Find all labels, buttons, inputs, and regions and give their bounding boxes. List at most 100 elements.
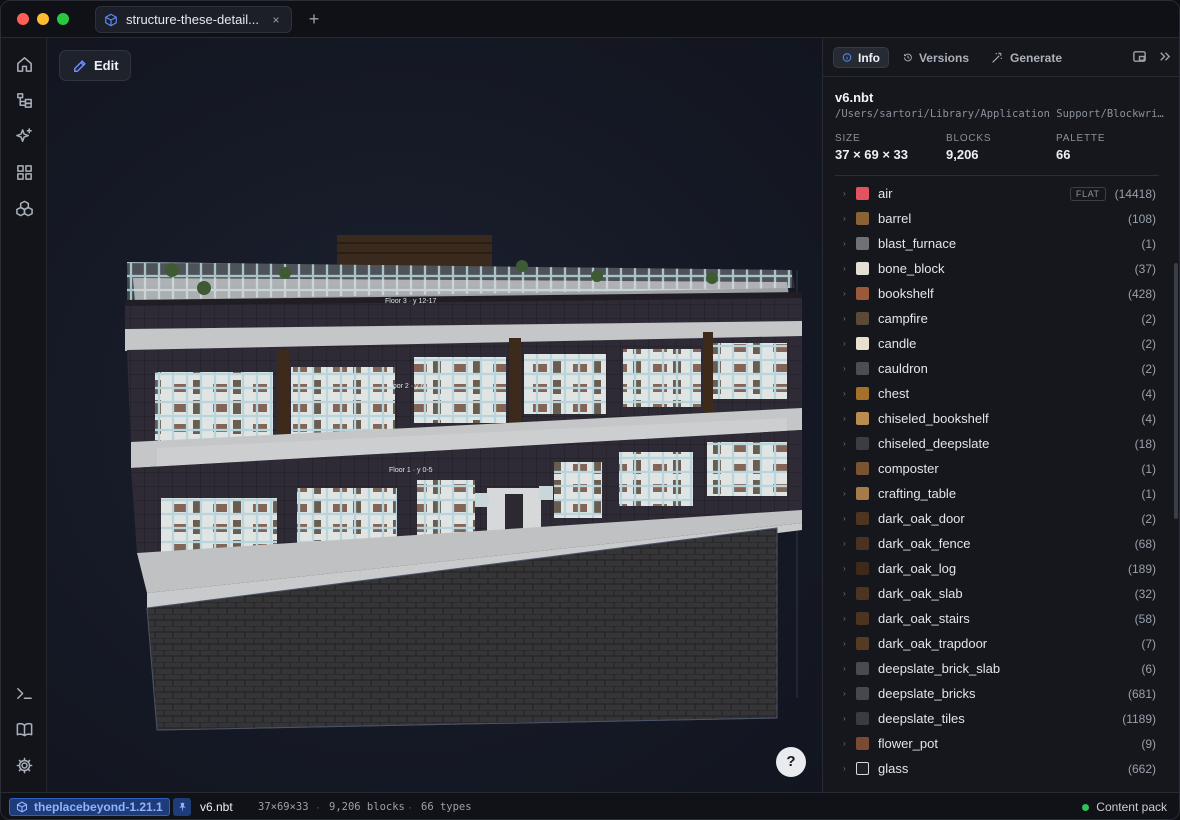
block-name: crafting_table bbox=[878, 486, 957, 501]
grid-icon[interactable] bbox=[12, 160, 36, 184]
block-row[interactable]: › crafting_table (1) bbox=[835, 481, 1161, 506]
edit-button[interactable]: Edit bbox=[59, 50, 131, 81]
block-count: (58) bbox=[1134, 611, 1156, 626]
chevron-right-icon[interactable]: › bbox=[835, 689, 855, 698]
tab-info[interactable]: Info bbox=[833, 47, 889, 68]
gear-icon[interactable] bbox=[12, 753, 36, 777]
pin-icon[interactable] bbox=[173, 798, 191, 816]
terminal-icon[interactable] bbox=[12, 681, 36, 705]
chevron-right-icon[interactable]: › bbox=[835, 589, 855, 598]
chevron-right-icon[interactable]: › bbox=[835, 314, 855, 323]
chevron-right-icon[interactable]: › bbox=[835, 414, 855, 423]
block-swatch-icon bbox=[856, 612, 869, 625]
block-row[interactable]: › dark_oak_door (2) bbox=[835, 506, 1161, 531]
chevron-right-icon[interactable]: › bbox=[835, 339, 855, 348]
tab-structure[interactable]: structure-these-detail... × bbox=[95, 6, 292, 33]
block-count: (428) bbox=[1127, 286, 1156, 301]
chevron-right-icon[interactable]: › bbox=[835, 614, 855, 623]
project-badge[interactable]: theplacebeyond-1.21.1 bbox=[9, 798, 170, 816]
chevron-right-icon[interactable]: › bbox=[835, 214, 855, 223]
block-row[interactable]: › dark_oak_fence (68) bbox=[835, 531, 1161, 556]
block-row[interactable]: › blast_furnace (1) bbox=[835, 231, 1161, 256]
block-row[interactable]: › flower_pot (9) bbox=[835, 731, 1161, 756]
chevron-right-icon[interactable]: › bbox=[835, 389, 855, 398]
scrollbar[interactable] bbox=[1174, 263, 1178, 519]
block-row[interactable]: › dark_oak_stairs (58) bbox=[835, 606, 1161, 631]
block-swatch-icon bbox=[856, 687, 869, 700]
block-swatch-icon bbox=[856, 237, 869, 250]
minimize-window-button[interactable] bbox=[37, 13, 49, 25]
chevron-right-icon[interactable]: › bbox=[835, 664, 855, 673]
block-count: (1) bbox=[1141, 486, 1156, 501]
block-swatch-icon bbox=[856, 412, 869, 425]
tab-info-label: Info bbox=[858, 50, 880, 65]
collapse-panel-icon[interactable] bbox=[1157, 49, 1173, 65]
content-pack-status[interactable]: Content pack bbox=[1082, 800, 1167, 814]
tab-title: structure-these-detail... bbox=[126, 12, 259, 27]
block-count: (14418) bbox=[1114, 186, 1156, 201]
block-row[interactable]: › deepslate_brick_slab (6) bbox=[835, 656, 1161, 681]
block-row[interactable]: › bone_block (37) bbox=[835, 256, 1161, 281]
block-palette-list[interactable]: › air FLAT (14418) › barrel (108) › blast_furnac… bbox=[835, 181, 1161, 792]
block-swatch-icon bbox=[856, 312, 869, 325]
block-row[interactable]: › dark_oak_log (189) bbox=[835, 556, 1161, 581]
block-swatch-icon bbox=[856, 712, 869, 725]
chevron-right-icon[interactable]: › bbox=[835, 489, 855, 498]
chevron-right-icon[interactable]: › bbox=[835, 289, 855, 298]
chevron-right-icon[interactable]: › bbox=[835, 464, 855, 473]
book-icon[interactable] bbox=[12, 717, 36, 741]
tab-generate[interactable]: Generate bbox=[983, 47, 1073, 68]
block-row[interactable]: › composter (1) bbox=[835, 456, 1161, 481]
chevron-right-icon[interactable]: › bbox=[835, 714, 855, 723]
block-row[interactable]: › candle (2) bbox=[835, 331, 1161, 356]
chevron-right-icon[interactable]: › bbox=[835, 239, 855, 248]
file-name: v6.nbt bbox=[835, 90, 874, 105]
tab-versions[interactable]: Versions bbox=[895, 47, 977, 68]
block-row[interactable]: › air FLAT (14418) bbox=[835, 181, 1161, 206]
block-row[interactable]: › dark_oak_slab (32) bbox=[835, 581, 1161, 606]
floor-label-2: Floor 2 · y 6-11 bbox=[387, 383, 434, 390]
block-row[interactable]: › bookshelf (428) bbox=[835, 281, 1161, 306]
chevron-right-icon[interactable]: › bbox=[835, 639, 855, 648]
block-name: campfire bbox=[878, 311, 928, 326]
panel-layout-icon[interactable] bbox=[1132, 49, 1148, 65]
block-row[interactable]: › chiseled_deepslate (18) bbox=[835, 431, 1161, 456]
block-row[interactable]: › barrel (108) bbox=[835, 206, 1161, 231]
chevron-right-icon[interactable]: › bbox=[835, 739, 855, 748]
sparkles-icon[interactable] bbox=[12, 124, 36, 148]
tab-versions-label: Versions bbox=[918, 50, 969, 65]
chevron-right-icon[interactable]: › bbox=[835, 539, 855, 548]
block-swatch-icon bbox=[856, 662, 869, 675]
close-window-button[interactable] bbox=[17, 13, 29, 25]
block-row[interactable]: › deepslate_bricks (681) bbox=[835, 681, 1161, 706]
block-row[interactable]: › campfire (2) bbox=[835, 306, 1161, 331]
chevron-right-icon[interactable]: › bbox=[835, 564, 855, 573]
block-row[interactable]: › chest (4) bbox=[835, 381, 1161, 406]
home-icon[interactable] bbox=[12, 52, 36, 76]
chevron-right-icon[interactable]: › bbox=[835, 439, 855, 448]
block-row[interactable]: › deepslate_tiles (1189) bbox=[835, 706, 1161, 731]
chevron-right-icon[interactable]: › bbox=[835, 764, 855, 773]
tab-close-icon[interactable]: × bbox=[269, 13, 283, 27]
block-row[interactable]: › chiseled_bookshelf (4) bbox=[835, 406, 1161, 431]
chevron-right-icon[interactable]: › bbox=[835, 264, 855, 273]
block-swatch-icon bbox=[856, 462, 869, 475]
new-tab-button[interactable]: + bbox=[305, 9, 323, 29]
help-button[interactable]: ? bbox=[776, 747, 806, 777]
block-name: chest bbox=[878, 386, 910, 401]
tree-icon[interactable] bbox=[12, 88, 36, 112]
chevron-right-icon[interactable]: › bbox=[835, 514, 855, 523]
block-row[interactable]: › glass (662) bbox=[835, 756, 1161, 781]
block-row[interactable]: › cauldron (2) bbox=[835, 356, 1161, 381]
block-count: (9) bbox=[1141, 736, 1156, 751]
cube-icon bbox=[16, 801, 28, 813]
viewport-3d[interactable]: Floor 3 · y 12-17 Floor 2 · y 6-11 Floor… bbox=[47, 38, 822, 792]
chevron-right-icon[interactable]: › bbox=[835, 189, 855, 198]
blocks-icon[interactable] bbox=[12, 196, 36, 220]
status-dot bbox=[1082, 803, 1090, 811]
stat-size: SIZE 37 × 69 × 33 bbox=[835, 133, 908, 162]
chevron-right-icon[interactable]: › bbox=[835, 364, 855, 373]
block-row[interactable]: › dark_oak_trapdoor (7) bbox=[835, 631, 1161, 656]
zoom-window-button[interactable] bbox=[57, 13, 69, 25]
structure-render[interactable]: Floor 3 · y 12-17 Floor 2 · y 6-11 Floor… bbox=[47, 38, 822, 792]
